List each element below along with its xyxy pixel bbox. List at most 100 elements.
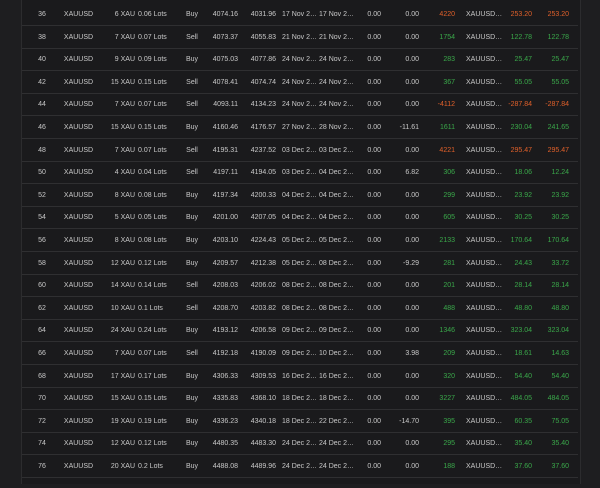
open-price-cell: 4209.57 — [212, 259, 238, 267]
swap-cell: 3.98 — [405, 350, 419, 357]
lots-cell: 0.08 Lots — [138, 191, 167, 199]
table-row[interactable]: 68 XAUUSD 17 XAU 0.17 Lots Buy 4306.33 4309.53… — [22, 366, 578, 388]
profit-cell: 323.04 — [510, 327, 532, 335]
volume-cell: 9 XAU — [114, 56, 135, 64]
close-time-cell: 24 Dec 2… — [319, 440, 353, 448]
trade-id-cell: 44 — [38, 101, 46, 109]
close-time-cell: 17 Nov 2… — [319, 11, 353, 18]
open-time-cell: 18 Dec 2… — [282, 417, 316, 425]
volume-cell: 6 XAU — [114, 11, 135, 18]
side-cell: Buy — [185, 327, 199, 335]
trade-id-cell: 62 — [38, 304, 46, 312]
swap-cell: -14.70 — [399, 417, 419, 425]
open-price-cell: 4074.16 — [212, 11, 238, 18]
close-price-cell: 4077.86 — [250, 56, 276, 64]
profit-cell: 30.25 — [514, 214, 532, 222]
swap-cell: 0.00 — [405, 440, 419, 448]
account-cell: XAUUSD… — [466, 11, 503, 18]
open-price-cell: 4192.18 — [212, 350, 238, 357]
table-row[interactable]: 66 XAUUSD 7 XAU 0.07 Lots Sell 4192.18 4190.09… — [22, 343, 578, 365]
account-cell: XAUUSD… — [466, 78, 503, 86]
table-row[interactable]: 46 XAUUSD 15 XAU 0.15 Lots Buy 4160.46 4176.57… — [22, 117, 578, 139]
net-profit-cell: 25.47 — [551, 56, 569, 64]
trade-id-cell: 76 — [38, 463, 46, 470]
side-cell: Buy — [185, 440, 199, 448]
symbol-cell: XAUUSD — [63, 237, 94, 244]
table-row[interactable]: 54 XAUUSD 5 XAU 0.05 Lots Buy 4201.00 4207.05 0… — [22, 207, 578, 230]
table-row[interactable]: 70 XAUUSD 15 XAU 0.15 Lots Buy 4335.83 4368.10… — [22, 388, 578, 411]
commission-cell: 0.00 — [367, 214, 381, 222]
open-price-cell: 4193.12 — [212, 327, 238, 335]
symbol-cell: XAUUSD — [63, 214, 94, 222]
net-profit-cell: 14.63 — [551, 350, 569, 357]
open-time-cell: 24 Nov 2… — [282, 56, 316, 64]
account-cell: XAUUSD… — [466, 146, 503, 154]
volume-cell: 15 XAU — [110, 124, 135, 131]
side-cell: Buy — [185, 417, 199, 425]
side-cell: Buy — [185, 372, 199, 380]
open-time-cell: 21 Nov 2… — [282, 33, 316, 41]
close-time-cell: 18 Dec 2… — [319, 395, 353, 403]
close-time-cell: 22 Dec 2… — [319, 417, 353, 425]
account-cell: XAUUSD… — [466, 56, 503, 64]
lots-cell: 0.19 Lots — [138, 417, 167, 425]
swap-cell: 0.00 — [405, 327, 419, 335]
table-row[interactable]: 60 XAUUSD 14 XAU 0.14 Lots Sell 4208.03 4206.0… — [22, 275, 578, 298]
profit-cell: 60.35 — [514, 417, 532, 425]
table-row[interactable]: 72 XAUUSD 19 XAU 0.19 Lots Buy 4336.23 4340.18… — [22, 411, 578, 433]
open-time-cell: 24 Dec 2… — [282, 463, 316, 470]
table-row[interactable]: 48 XAUUSD 7 XAU 0.07 Lots Sell 4195.31 4237.52… — [22, 140, 578, 162]
lots-cell: 0.14 Lots — [138, 282, 167, 290]
commission-cell: 0.00 — [367, 56, 381, 64]
account-cell: XAUUSD… — [466, 463, 503, 470]
commission-cell: 0.00 — [367, 327, 381, 335]
profit-cell: 48.80 — [514, 304, 532, 312]
pips-cell: 295 — [443, 440, 455, 448]
net-profit-cell: 37.60 — [551, 463, 569, 470]
swap-cell: 0.00 — [405, 304, 419, 312]
lots-cell: 0.09 Lots — [138, 56, 167, 64]
table-row[interactable]: 44 XAUUSD 7 XAU 0.07 Lots Sell 4093.11 4134.23… — [22, 94, 578, 117]
symbol-cell: XAUUSD — [63, 33, 94, 41]
table-row[interactable]: 64 XAUUSD 24 XAU 0.24 Lots Buy 4193.12 4206.58… — [22, 320, 578, 343]
open-price-cell: 4073.37 — [212, 33, 238, 41]
close-price-cell: 4237.52 — [250, 146, 276, 154]
net-profit-cell: 23.92 — [551, 191, 569, 199]
net-profit-cell: 484.05 — [547, 395, 569, 403]
table-row[interactable]: 76 XAUUSD 20 XAU 0.2 Lots Buy 4488.08 4489.96 2… — [22, 456, 578, 478]
close-price-cell: 4055.83 — [250, 33, 276, 41]
net-profit-cell: 241.65 — [547, 124, 569, 131]
symbol-cell: XAUUSD — [63, 463, 94, 470]
trade-id-cell: 38 — [38, 33, 46, 41]
open-price-cell: 4160.46 — [212, 124, 238, 131]
profit-cell: 37.60 — [514, 463, 532, 470]
table-row[interactable]: 52 XAUUSD 8 XAU 0.08 Lots Buy 4197.34 4200.33 0… — [22, 185, 578, 207]
open-time-cell: 03 Dec 2… — [282, 146, 316, 154]
trade-id-cell: 42 — [38, 78, 46, 86]
table-row[interactable]: 40 XAUUSD 9 XAU 0.09 Lots Buy 4075.03 4077.86 2… — [22, 49, 578, 72]
open-price-cell: 4075.03 — [212, 56, 238, 64]
table-row[interactable]: 38 XAUUSD 7 XAU 0.07 Lots Sell 4073.37 4055.83… — [22, 27, 578, 49]
symbol-cell: XAUUSD — [63, 191, 94, 199]
table-row[interactable]: 74 XAUUSD 12 XAU 0.12 Lots Buy 4480.35 4483.30… — [22, 433, 578, 456]
commission-cell: 0.00 — [367, 304, 381, 312]
symbol-cell: XAUUSD — [63, 101, 94, 109]
trade-id-cell: 60 — [38, 282, 46, 290]
account-cell: XAUUSD… — [466, 440, 503, 448]
trade-id-cell: 46 — [38, 124, 46, 131]
volume-cell: 7 XAU — [114, 350, 135, 357]
commission-cell: 0.00 — [367, 350, 381, 357]
table-row[interactable]: 36 XAUUSD 6 XAU 0.06 Lots Buy 4074.16 4031.96 1… — [22, 4, 578, 26]
table-row[interactable]: 56 XAUUSD 8 XAU 0.08 Lots Buy 4203.10 4224.43 0… — [22, 230, 578, 252]
table-row[interactable]: 62 XAUUSD 10 XAU 0.1 Lots Sell 4208.70 4203.82… — [22, 298, 578, 320]
table-row[interactable]: 50 XAUUSD 4 XAU 0.04 Lots Sell 4197.11 4194.05… — [22, 162, 578, 185]
close-time-cell: 24 Nov 2… — [319, 101, 353, 109]
table-row[interactable]: 42 XAUUSD 15 XAU 0.15 Lots Sell 4078.41 4074.7… — [22, 72, 578, 94]
swap-cell: 0.00 — [405, 395, 419, 403]
table-row[interactable]: 58 XAUUSD 12 XAU 0.12 Lots Buy 4209.57 4212.38… — [22, 253, 578, 275]
account-cell: XAUUSD… — [466, 304, 503, 312]
swap-cell: 0.00 — [405, 56, 419, 64]
profit-cell: -287.84 — [508, 101, 532, 109]
close-price-cell: 4489.96 — [250, 463, 276, 470]
open-price-cell: 4488.08 — [212, 463, 238, 470]
